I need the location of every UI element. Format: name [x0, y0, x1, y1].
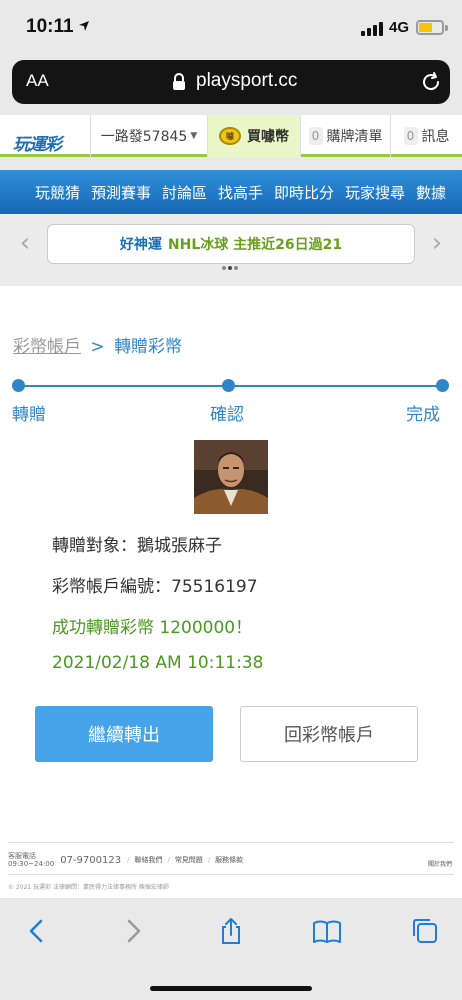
recipient-avatar: [194, 440, 268, 514]
footer-divider: [8, 842, 454, 843]
chevron-right-icon[interactable]: ›: [427, 230, 447, 256]
share-icon[interactable]: [216, 916, 246, 946]
buy-coin-label: 買噱幣: [247, 129, 289, 145]
messages-label: 訊息: [421, 129, 450, 145]
nav-item-player-search[interactable]: 玩家搜尋: [345, 182, 405, 203]
breadcrumb-separator: >: [90, 337, 105, 357]
messages-button[interactable]: 0 訊息: [390, 115, 462, 157]
browser-toolbar: [0, 898, 462, 1000]
breadcrumb-current: 轉贈彩幣: [114, 337, 183, 357]
network-label: 4G: [389, 19, 410, 36]
bookmarks-icon[interactable]: [312, 916, 342, 946]
footer-link-terms[interactable]: 服務條款: [215, 855, 243, 865]
nav-item-live-score[interactable]: 即時比分: [274, 182, 334, 203]
main-content: 彩幣帳戶 > 轉贈彩幣 轉贈 確認 完成 轉贈對象：鵝城張麻子 彩幣帳戶編號：7…: [0, 286, 462, 898]
nav-item-predict[interactable]: 預測賽事: [91, 182, 151, 203]
chevron-left-icon[interactable]: ‹: [15, 230, 35, 256]
back-to-account-button[interactable]: 回彩幣帳戶: [240, 706, 418, 762]
step-dot-confirm: [222, 379, 235, 392]
transfer-timestamp: 2021/02/18 AM 10:11:38: [52, 653, 264, 673]
marquee-text: NHL冰球 主推近26日過21: [167, 237, 343, 253]
breadcrumb: 彩幣帳戶 > 轉贈彩幣: [13, 332, 182, 357]
footer-contact: 客服電話 09:30~24:00 07-9700123 / 聯絡我們 / 常見問…: [8, 852, 244, 868]
user-menu[interactable]: 一路發57845 ▼: [90, 115, 208, 157]
footer-divider-2: [8, 874, 454, 875]
cart-label: 購牌清單: [326, 129, 383, 145]
reload-icon[interactable]: [420, 71, 442, 93]
forward-icon[interactable]: [118, 916, 148, 946]
back-icon[interactable]: [22, 916, 52, 946]
step-label-transfer: 轉贈: [12, 405, 46, 425]
recipient-line: 轉贈對象：鵝城張麻子: [52, 531, 222, 556]
recipient-label: 轉贈對象：: [52, 536, 137, 556]
coin-icon: 噱: [219, 127, 241, 145]
account-line: 彩幣帳戶編號：75516197: [52, 572, 258, 597]
footer-link-about[interactable]: 關於我們: [428, 859, 452, 868]
footer-link-contact[interactable]: 聯絡我們: [134, 855, 162, 865]
marquee-banner[interactable]: 好神運 NHL冰球 主推近26日過21: [47, 224, 415, 264]
footer-link-faq[interactable]: 常見問題: [175, 855, 203, 865]
marquee-lead: 好神運: [119, 237, 162, 253]
nav-item-guess[interactable]: 玩競猜: [35, 182, 80, 203]
step-label-confirm: 確認: [210, 405, 244, 425]
success-message: 成功轉贈彩幣 1200000！: [52, 618, 253, 638]
cart-count: 0: [308, 127, 323, 145]
service-phone[interactable]: 07-9700123: [60, 855, 121, 866]
status-bar: 10:11 4G: [0, 0, 462, 54]
message-count: 0: [403, 127, 418, 145]
signal-icon: [361, 22, 383, 36]
cart-button[interactable]: 0 購牌清單: [300, 115, 390, 157]
lock-icon: [173, 73, 185, 90]
step-label-complete: 完成: [406, 405, 440, 425]
account-number: 75516197: [171, 577, 258, 597]
marquee-area: ‹ 好神運 NHL冰球 主推近26日過21 ›: [0, 214, 462, 286]
nav-item-experts[interactable]: 找高手: [218, 182, 263, 203]
account-label: 彩幣帳戶編號：: [52, 577, 171, 597]
url-text[interactable]: playsport.cc: [196, 70, 297, 92]
service-label-block: 客服電話 09:30~24:00: [8, 852, 54, 868]
service-label: 客服電話: [8, 852, 36, 860]
buy-coin-button[interactable]: 噱 買噱幣: [208, 115, 300, 157]
main-nav: 玩競猜 預測賽事 討論區 找高手 即時比分 玩家搜尋 數據: [0, 170, 462, 214]
nav-item-data[interactable]: 數據: [416, 182, 446, 203]
battery-icon: [416, 20, 448, 35]
location-arrow-icon: [79, 21, 89, 31]
nav-item-forum[interactable]: 討論區: [162, 182, 207, 203]
status-time: 10:11: [26, 16, 74, 37]
text-size-button[interactable]: AA: [26, 71, 49, 91]
home-indicator: [150, 986, 312, 991]
carousel-dots: [222, 266, 240, 272]
chevron-down-icon: ▼: [190, 131, 198, 141]
step-dot-complete: [436, 379, 449, 392]
copyright-text: © 2021 玩運彩 法律顧問：業民得力法律事務所 陳振宏律師: [8, 884, 169, 891]
site-logo[interactable]: 玩運彩: [5, 123, 85, 155]
step-dot-transfer: [12, 379, 25, 392]
username: 一路發57845: [100, 129, 188, 145]
site-header: 玩運彩 一路發57845 ▼ 噱 買噱幣 0 購牌清單 0 訊息: [0, 115, 462, 157]
breadcrumb-coin-account[interactable]: 彩幣帳戶: [13, 337, 81, 357]
service-hours: 09:30~24:00: [8, 860, 55, 868]
continue-transfer-button[interactable]: 繼續轉出: [35, 706, 213, 762]
recipient-name: 鵝城張麻子: [137, 536, 222, 556]
tabs-icon[interactable]: [410, 916, 440, 946]
address-bar[interactable]: AA playsport.cc: [12, 60, 450, 104]
